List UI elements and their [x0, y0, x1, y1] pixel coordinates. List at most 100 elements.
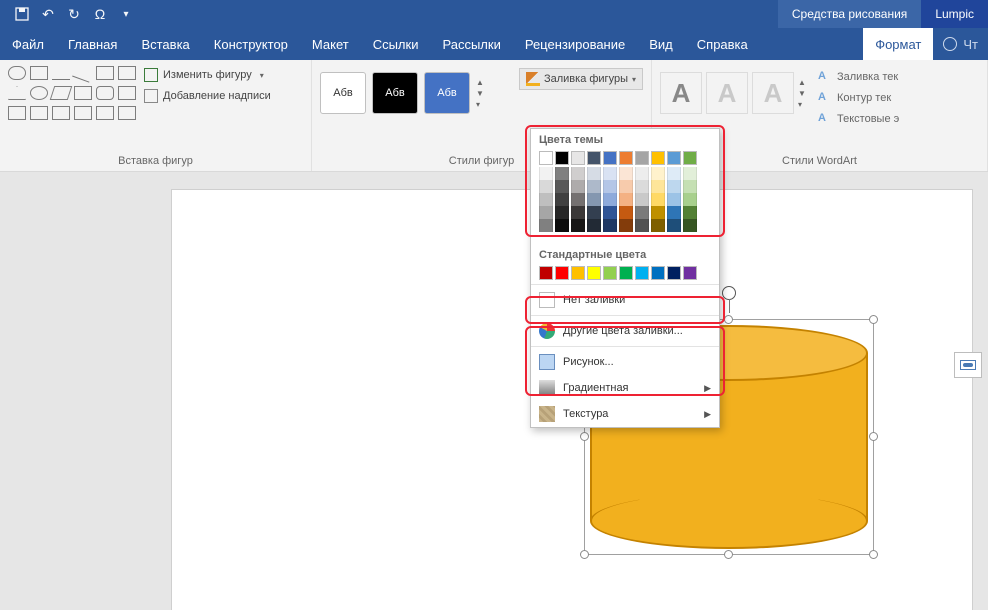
color-swatch[interactable] [619, 167, 633, 180]
resize-handle[interactable] [869, 432, 878, 441]
color-swatch[interactable] [683, 180, 697, 193]
color-swatch[interactable] [539, 206, 553, 219]
wordart-style-3[interactable]: A [752, 72, 794, 114]
color-swatch[interactable] [635, 219, 649, 232]
color-swatch[interactable] [555, 206, 569, 219]
color-swatch[interactable] [571, 266, 585, 280]
color-swatch[interactable] [619, 193, 633, 206]
color-swatch[interactable] [587, 219, 601, 232]
color-swatch[interactable] [667, 193, 681, 206]
color-swatch[interactable] [539, 180, 553, 193]
tab-review[interactable]: Рецензирование [513, 28, 637, 60]
color-swatch[interactable] [603, 193, 617, 206]
tab-help[interactable]: Справка [685, 28, 760, 60]
color-swatch[interactable] [571, 193, 585, 206]
color-swatch[interactable] [619, 151, 633, 165]
texture-fill-item[interactable]: Текстура▶ [531, 401, 719, 427]
color-swatch[interactable] [539, 167, 553, 180]
color-swatch[interactable] [667, 219, 681, 232]
color-swatch[interactable] [539, 151, 553, 165]
color-swatch[interactable] [667, 180, 681, 193]
color-swatch[interactable] [651, 219, 665, 232]
color-swatch[interactable] [603, 266, 617, 280]
tab-layout[interactable]: Макет [300, 28, 361, 60]
tab-design[interactable]: Конструктор [202, 28, 300, 60]
text-effects-button[interactable]: AТекстовые э [818, 110, 899, 128]
color-swatch[interactable] [539, 266, 553, 280]
gradient-fill-item[interactable]: Градиентная▶ [531, 375, 719, 401]
color-swatch[interactable] [635, 167, 649, 180]
color-swatch[interactable] [635, 193, 649, 206]
shape-style-2[interactable]: Абв [372, 72, 418, 114]
color-swatch[interactable] [571, 206, 585, 219]
color-swatch[interactable] [683, 193, 697, 206]
shape-fill-button[interactable]: Заливка фигуры ▾ [519, 68, 643, 90]
color-swatch[interactable] [587, 180, 601, 193]
color-swatch[interactable] [571, 180, 585, 193]
color-swatch[interactable] [555, 151, 569, 165]
color-swatch[interactable] [603, 151, 617, 165]
color-swatch[interactable] [651, 180, 665, 193]
color-swatch[interactable] [667, 167, 681, 180]
resize-handle[interactable] [724, 315, 733, 324]
save-icon[interactable] [14, 6, 30, 22]
more-fill-colors-item[interactable]: Другие цвета заливки... [531, 318, 719, 344]
color-swatch[interactable] [539, 193, 553, 206]
color-swatch[interactable] [683, 266, 697, 280]
edit-shape-button[interactable]: Изменить фигуру▾ [144, 66, 271, 84]
text-outline-button[interactable]: AКонтур тек [818, 89, 899, 107]
color-swatch[interactable] [587, 151, 601, 165]
color-swatch[interactable] [571, 167, 585, 180]
color-swatch[interactable] [587, 206, 601, 219]
omega-icon[interactable]: Ω [92, 6, 108, 22]
shapes-gallery[interactable] [8, 64, 138, 122]
color-swatch[interactable] [571, 219, 585, 232]
color-swatch[interactable] [619, 219, 633, 232]
resize-handle[interactable] [580, 550, 589, 559]
no-fill-item[interactable]: Нет заливки [531, 287, 719, 313]
undo-icon[interactable]: ↶ [40, 6, 56, 22]
tab-format[interactable]: Формат [863, 28, 933, 60]
color-swatch[interactable] [619, 206, 633, 219]
color-swatch[interactable] [667, 266, 681, 280]
rotate-handle[interactable] [722, 286, 736, 300]
color-swatch[interactable] [651, 266, 665, 280]
tab-view[interactable]: Вид [637, 28, 685, 60]
color-swatch[interactable] [603, 219, 617, 232]
color-swatch[interactable] [651, 151, 665, 165]
color-swatch[interactable] [651, 206, 665, 219]
color-swatch[interactable] [683, 167, 697, 180]
color-swatch[interactable] [683, 219, 697, 232]
color-swatch[interactable] [555, 193, 569, 206]
tab-file[interactable]: Файл [0, 28, 56, 60]
color-swatch[interactable] [555, 219, 569, 232]
tab-mailings[interactable]: Рассылки [430, 28, 512, 60]
text-fill-button[interactable]: AЗаливка тек [818, 68, 899, 86]
color-swatch[interactable] [619, 266, 633, 280]
color-swatch[interactable] [635, 266, 649, 280]
tab-references[interactable]: Ссылки [361, 28, 431, 60]
color-swatch[interactable] [555, 167, 569, 180]
color-swatch[interactable] [651, 167, 665, 180]
wordart-style-2[interactable]: A [706, 72, 748, 114]
layout-options-button[interactable] [954, 352, 982, 378]
color-swatch[interactable] [619, 180, 633, 193]
color-swatch[interactable] [555, 180, 569, 193]
resize-handle[interactable] [869, 315, 878, 324]
shape-style-1[interactable]: Абв [320, 72, 366, 114]
text-box-button[interactable]: Добавление надписи [144, 87, 271, 105]
contextual-tab-drawing-tools[interactable]: Средства рисования [778, 0, 921, 28]
resize-handle[interactable] [724, 550, 733, 559]
shape-style-gallery[interactable]: Абв Абв Абв ▲▼▾ [320, 64, 490, 114]
color-swatch[interactable] [587, 193, 601, 206]
color-swatch[interactable] [667, 206, 681, 219]
tab-home[interactable]: Главная [56, 28, 129, 60]
tab-insert[interactable]: Вставка [129, 28, 201, 60]
resize-handle[interactable] [869, 550, 878, 559]
color-swatch[interactable] [587, 167, 601, 180]
tell-me-search[interactable]: Чт [933, 28, 988, 60]
wordart-style-1[interactable]: A [660, 72, 702, 114]
color-swatch[interactable] [603, 167, 617, 180]
color-swatch[interactable] [683, 151, 697, 165]
color-swatch[interactable] [587, 266, 601, 280]
